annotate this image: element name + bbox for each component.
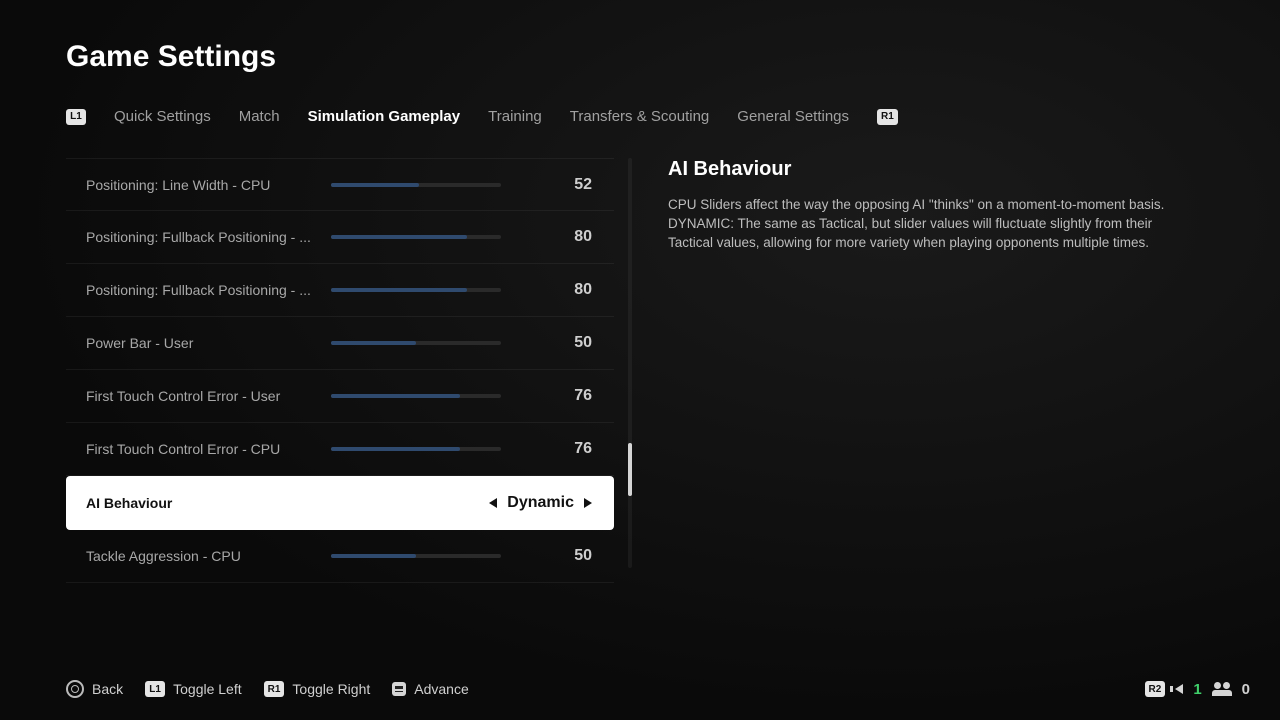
hint-label: Toggle Left [173,681,242,697]
page-title: Game Settings [66,40,276,74]
settings-row[interactable]: Positioning: Line Width - CPU 52 [66,158,614,211]
scrollbar[interactable] [628,158,632,568]
tab-general-settings[interactable]: General Settings [737,108,849,125]
select-value[interactable]: Dynamic [489,494,592,512]
settings-row[interactable]: Positioning: Fullback Positioning - ... 8… [66,211,614,264]
footer-hints: Back L1 Toggle Left R1 Toggle Right Adva… [66,680,1250,698]
slider[interactable] [331,341,501,345]
party-count: 0 [1242,681,1250,698]
row-label: Positioning: Line Width - CPU [86,177,321,193]
tab-match[interactable]: Match [239,108,280,125]
detail-description: CPU Sliders affect the way the opposing … [668,195,1198,252]
settings-row[interactable]: Positioning: Fullback Positioning - ... 8… [66,264,614,317]
slider[interactable] [331,447,501,451]
row-label: First Touch Control Error - CPU [86,441,321,457]
hint-label: Toggle Right [292,681,370,697]
row-label: Positioning: Fullback Positioning - ... [86,282,321,298]
back-button-icon [66,680,84,698]
row-value: 50 [552,334,592,352]
l1-bumper-icon: L1 [145,681,165,697]
slider[interactable] [331,288,501,292]
row-label: AI Behaviour [86,495,321,511]
tab-quick-settings[interactable]: Quick Settings [114,108,211,125]
tab-transfers-scouting[interactable]: Transfers & Scouting [570,108,710,125]
speaker-icon [1175,684,1183,694]
r2-bumper-icon: R2 [1145,681,1166,697]
row-value: 52 [552,176,592,194]
slider[interactable] [331,554,501,558]
detail-panel: AI Behaviour CPU Sliders affect the way … [668,158,1198,588]
settings-row[interactable]: First Touch Control Error - CPU 76 [66,423,614,476]
menu-button-icon [392,682,406,696]
row-value: 80 [552,281,592,299]
settings-row[interactable]: Power Bar - User 50 [66,317,614,370]
settings-row[interactable]: Tackle Aggression - CPU 50 [66,530,614,583]
hint-advance[interactable]: Advance [392,681,468,697]
detail-title: AI Behaviour [668,158,1198,181]
row-value: 76 [552,387,592,405]
settings-list: Positioning: Line Width - CPU52Positioni… [66,158,614,588]
settings-row[interactable]: AI Behaviour Dynamic [66,476,614,530]
hint-toggle-right[interactable]: R1 Toggle Right [264,681,371,697]
slider[interactable] [331,235,501,239]
slider[interactable] [331,183,501,187]
row-label: Tackle Aggression - CPU [86,548,321,564]
voice-count: 1 [1193,681,1201,698]
tab-training[interactable]: Training [488,108,542,125]
party-icon [1212,682,1232,696]
hint-toggle-left[interactable]: L1 Toggle Left [145,681,242,697]
hint-back[interactable]: Back [66,680,123,698]
r1-bumper-icon: R1 [877,109,898,125]
row-value: 50 [552,547,592,565]
tab-simulation-gameplay[interactable]: Simulation Gameplay [308,108,461,125]
row-label: First Touch Control Error - User [86,388,321,404]
hint-label: Advance [414,681,468,697]
r1-bumper-icon: R1 [264,681,285,697]
hint-label: Back [92,681,123,697]
scrollbar-thumb[interactable] [628,443,632,496]
row-value: 76 [552,440,592,458]
chevron-left-icon[interactable] [489,498,497,508]
chevron-right-icon[interactable] [584,498,592,508]
l1-bumper-icon: L1 [66,109,86,125]
row-label: Power Bar - User [86,335,321,351]
settings-row[interactable]: First Touch Control Error - User 76 [66,370,614,423]
row-value: 80 [552,228,592,246]
select-label: Dynamic [507,494,574,512]
slider[interactable] [331,394,501,398]
tab-bar: L1 Quick Settings Match Simulation Gamep… [66,108,898,125]
row-label: Positioning: Fullback Positioning - ... [86,229,321,245]
